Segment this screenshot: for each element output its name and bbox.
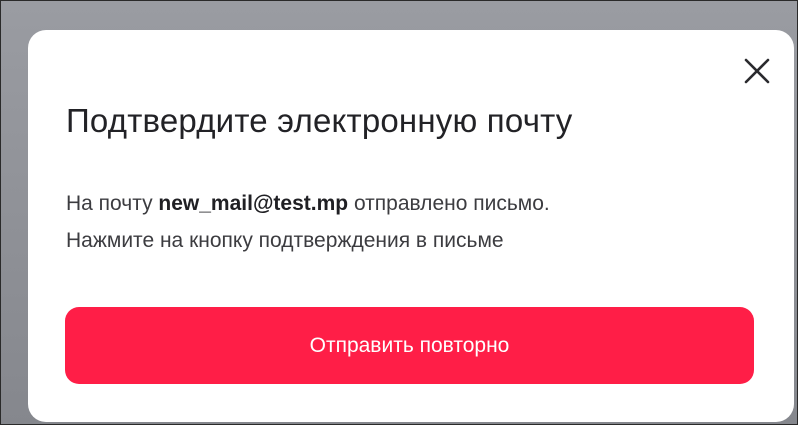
description-line-2: Нажмите на кнопку подтверждения в письме bbox=[66, 229, 504, 252]
email-address: new_mail@test.mp bbox=[158, 192, 349, 215]
close-button[interactable] bbox=[742, 56, 772, 86]
description-suffix: отправлено письмо. bbox=[348, 192, 550, 215]
description-line-1: На почту new_mail@test.mp отправлено пис… bbox=[66, 185, 766, 222]
close-icon bbox=[744, 58, 770, 84]
resend-button[interactable]: Отправить повторно bbox=[65, 307, 754, 384]
email-confirmation-dialog: Подтвердите электронную почту На почту n… bbox=[28, 30, 794, 422]
description-prefix: На почту bbox=[66, 192, 159, 215]
dialog-title: Подтвердите электронную почту bbox=[66, 102, 573, 139]
dialog-description: На почту new_mail@test.mp отправлено пис… bbox=[66, 185, 766, 259]
